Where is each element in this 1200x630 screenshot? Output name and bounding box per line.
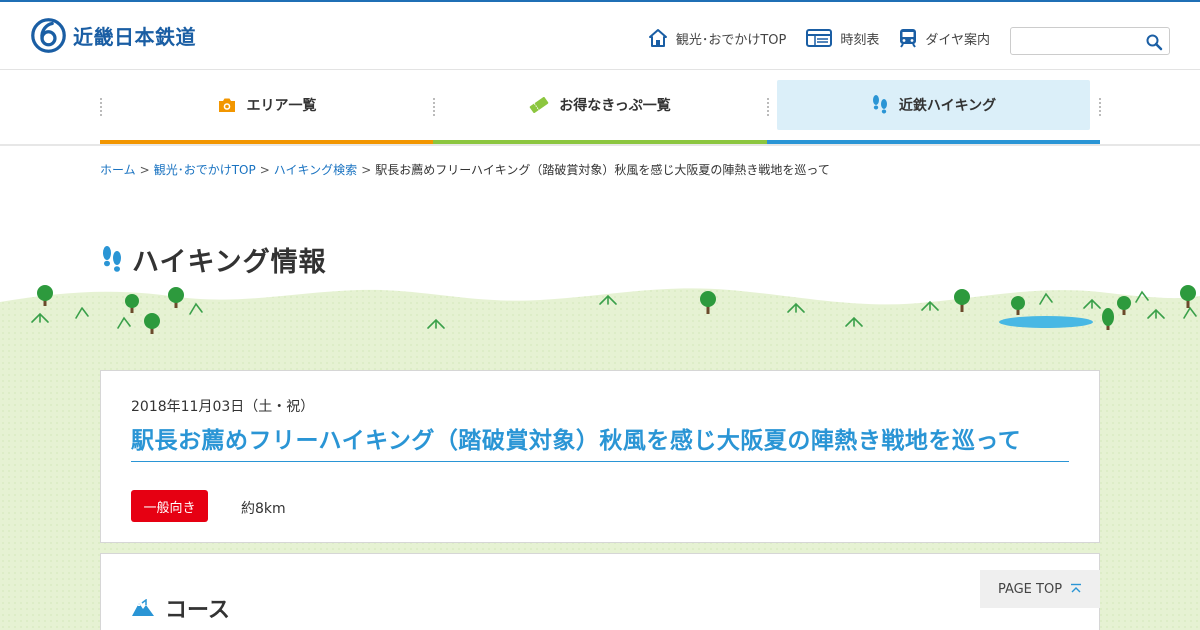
header-link-label: 観光･おでかけTOP (675, 32, 787, 48)
global-nav: エリア一覧 お得なきっぷ一覧 近鉄ハイキング (100, 80, 1101, 144)
gnav-label: エリア一覧 (246, 98, 317, 114)
level-badge: 一般向き (131, 490, 208, 522)
header-link-label: ダイヤ案内 (925, 32, 990, 48)
breadcrumb: ホーム > 観光･おでかけTOP > ハイキング検索 > 駅長お薦めフリーハイキング（踏破賞… (100, 161, 830, 178)
gnav-label: 近鉄ハイキング (898, 98, 997, 114)
page-heading: ハイキング情報 (132, 247, 327, 278)
gnav-label: お得なきっぷ一覧 (559, 98, 671, 114)
breadcrumb-hiking-search[interactable]: ハイキング検索 (274, 163, 357, 177)
course-card: コース (100, 553, 1100, 630)
footprints-icon (103, 245, 121, 272)
breadcrumb-separator: > (139, 163, 150, 177)
brand-name: 近畿日本鉄道 (73, 25, 196, 49)
train-icon (900, 29, 917, 48)
page-top-button[interactable]: PAGE TOP (980, 570, 1100, 608)
camera-icon (218, 98, 235, 112)
header-link-diagram[interactable]: ダイヤ案内 (899, 28, 990, 48)
breadcrumb-separator: > (361, 163, 372, 177)
ticket-icon (529, 97, 549, 113)
gnav-area-list[interactable]: エリア一覧 (100, 80, 433, 144)
header-link-timetable[interactable]: 時刻表 (806, 29, 879, 48)
timetable-icon (806, 29, 833, 47)
header-nav: 観光･おでかけTOP 時刻表 ダイヤ案内 (648, 28, 990, 48)
mountain-icon (132, 599, 154, 616)
breadcrumb-home[interactable]: ホーム (100, 163, 136, 177)
home-icon (648, 29, 667, 47)
header-link-label: 時刻表 (840, 32, 880, 48)
course-title: コース (165, 598, 230, 623)
site-logo[interactable]: 近畿日本鉄道 (30, 17, 196, 54)
course-heading: コース (131, 592, 230, 624)
arrow-up-icon (1071, 583, 1082, 593)
event-title: 駅長お薦めフリーハイキング（踏破賞対象）秋風を感じ大阪夏の陣熱き戦地を巡って (131, 421, 1069, 462)
nav-divider (1099, 98, 1101, 116)
page-title: ハイキング情報 (100, 240, 327, 279)
event-distance: 約8km (241, 501, 286, 517)
page-top-label: PAGE TOP (997, 581, 1063, 597)
search-input[interactable] (1011, 28, 1141, 54)
gnav-ticket-list[interactable]: お得なきっぷ一覧 (433, 80, 767, 144)
header-link-sightseeing-top[interactable]: 観光･おでかけTOP (648, 28, 787, 48)
site-search (1010, 27, 1170, 55)
gnav-hiking[interactable]: 近鉄ハイキング (767, 80, 1100, 144)
breadcrumb-current: 駅長お薦めフリーハイキング（踏破賞対象）秋風を感じ大阪夏の陣熱き戦地を巡って (375, 163, 830, 177)
gnav-shadow (0, 144, 1200, 146)
kintetsu-logo-icon (31, 18, 66, 53)
breadcrumb-sightseeing-top[interactable]: 観光･おでかけTOP (154, 163, 256, 177)
breadcrumb-separator: > (259, 163, 270, 177)
site-header: 近畿日本鉄道 観光･おでかけTOP 時刻表 ダイヤ案内 (0, 2, 1200, 70)
event-date: 2018年11月03日（土・祝） (131, 399, 315, 415)
search-icon[interactable] (1145, 33, 1163, 51)
footprints-icon (872, 95, 887, 114)
event-summary-card: 2018年11月03日（土・祝） 駅長お薦めフリーハイキング（踏破賞対象）秋風を… (100, 370, 1100, 543)
